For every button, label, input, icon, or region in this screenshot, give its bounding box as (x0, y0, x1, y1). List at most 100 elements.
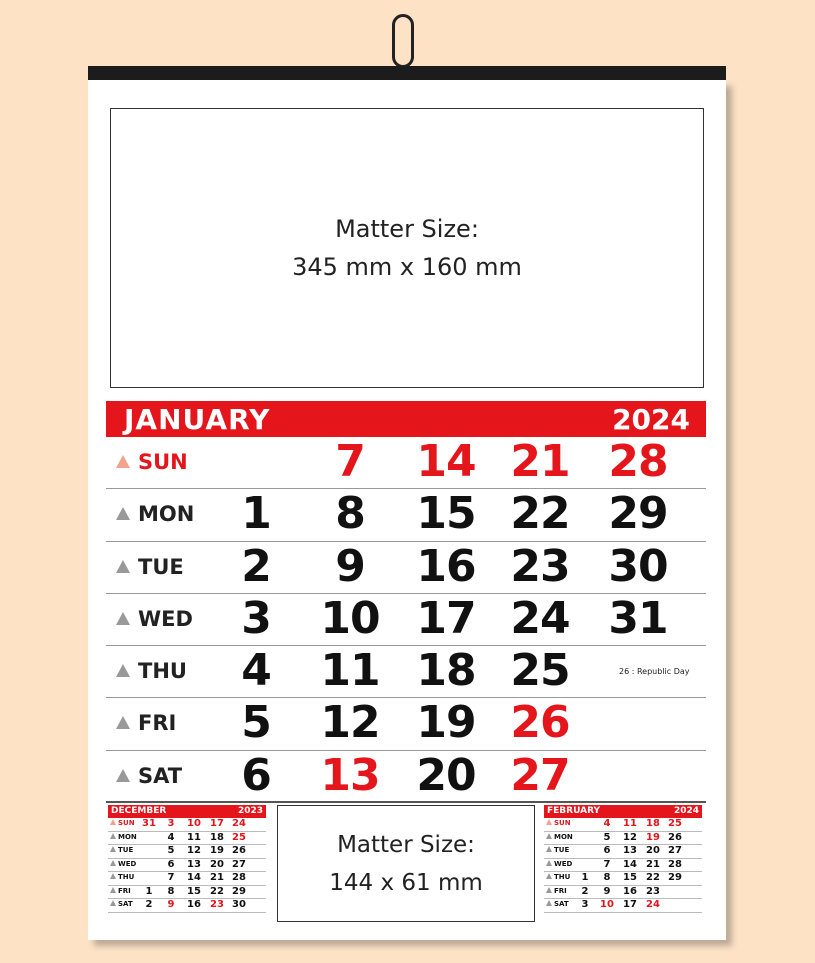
mini-day-label: SAT (110, 900, 133, 908)
holiday-note: 26 : Republic Day (619, 667, 690, 677)
mini-date-cell: 20 (210, 858, 224, 870)
mini-date-cell: 27 (668, 845, 682, 856)
date-cell: 20 (416, 749, 476, 801)
mini-date-cell: 29 (668, 872, 682, 883)
top-binding-bar (88, 66, 726, 81)
mini-day-label: MON (546, 832, 573, 841)
day-label-text: THU (138, 659, 187, 684)
day-label-text: SUN (138, 450, 188, 474)
date-cell: 18 (416, 645, 476, 697)
mini-day-label: SAT (546, 900, 569, 908)
mini-date-cell: 21 (210, 872, 224, 883)
date-cell: 7 (335, 436, 366, 487)
mini-day-label-text: MON (118, 832, 137, 841)
mini-day-label-text: WED (118, 859, 137, 868)
mini-date-cell: 11 (187, 831, 201, 843)
mini-day-label: SUN (546, 819, 571, 827)
date-cell: 31 (608, 592, 668, 644)
matter-area-top: Matter Size: 345 mm x 160 mm (110, 108, 704, 388)
mini-date-cell: 24 (646, 899, 660, 910)
mini-date-cell: 4 (603, 818, 611, 829)
day-row-thu: THU 4 11 18 25 26 : Republic Day (106, 645, 706, 699)
mini-day-label-text: THU (554, 873, 571, 881)
mini-date-cell: 23 (210, 899, 224, 910)
day-row-sun: SUN 7 14 21 28 (106, 436, 706, 490)
mini-date-cell: 18 (210, 831, 224, 843)
mini-date-cell: 10 (600, 899, 614, 910)
mini-day-label-text: MON (554, 832, 573, 841)
mini-date-cell: 9 (603, 885, 611, 897)
mini-date-cell: 5 (603, 831, 611, 843)
triangle-icon (546, 846, 552, 852)
mini-date-cell: 16 (187, 899, 201, 910)
mini-row: TUE 5 12 19 26 (108, 845, 266, 859)
mini-date-cell: 7 (603, 858, 611, 870)
triangle-icon (110, 886, 116, 893)
mini-day-label-text: SUN (554, 819, 571, 827)
date-cell: 19 (416, 697, 476, 749)
date-cell: 26 (510, 697, 570, 749)
mini-date-cell: 22 (646, 872, 660, 883)
mini-date-cell: 1 (145, 885, 153, 897)
mini-date-cell: 10 (187, 818, 201, 829)
date-cell: 25 (510, 645, 570, 697)
date-cell: 14 (416, 436, 476, 487)
mini-date-cell: 24 (232, 818, 246, 829)
mini-row: MON 4 11 18 25 (108, 831, 266, 845)
mini-day-label-text: FRI (554, 886, 567, 895)
mini-date-cell: 3 (581, 899, 589, 910)
mini-day-label: WED (110, 859, 137, 868)
date-cell: 21 (510, 436, 570, 487)
mini-day-label: TUE (110, 846, 133, 854)
triangle-icon (110, 873, 116, 879)
day-row-mon: MON 1 8 15 22 29 (106, 488, 706, 542)
mini-prev-year: 2023 (237, 806, 263, 816)
day-label: TUE (116, 555, 184, 579)
mini-calendar-prev: DECEMBER 2023 SUN 31 3 10 17 24 MON 4 11 18 25 TUE 5… (108, 805, 266, 913)
day-label: THU (116, 659, 187, 683)
mini-day-label-text: TUE (554, 846, 570, 854)
day-label-text: SAT (138, 763, 183, 788)
mini-date-cell: 17 (623, 899, 637, 910)
mini-prev-header: DECEMBER 2023 (108, 805, 266, 818)
triangle-icon (110, 900, 116, 906)
mini-date-cell: 16 (623, 885, 637, 897)
mini-date-cell: 22 (210, 885, 224, 897)
mini-date-cell: 9 (167, 899, 175, 910)
mini-row: TUE 6 13 20 27 (544, 845, 702, 859)
day-label: FRI (116, 711, 176, 735)
mini-date-cell: 29 (232, 885, 246, 897)
mini-row: MON 5 12 19 26 (544, 831, 702, 845)
date-cell: 13 (320, 749, 380, 801)
date-cell: 8 (335, 488, 366, 540)
month-header: JANUARY 2024 (106, 401, 706, 437)
mini-date-cell: 26 (232, 845, 246, 856)
date-cell: 16 (416, 540, 476, 592)
mini-day-label: FRI (110, 886, 131, 895)
day-label-text: TUE (138, 554, 184, 579)
mini-day-label-text: WED (554, 859, 573, 868)
day-label: WED (116, 607, 193, 631)
day-row-tue: TUE 2 9 16 23 30 (106, 540, 706, 594)
date-cell: 12 (320, 697, 380, 749)
mini-date-cell: 25 (668, 818, 682, 829)
date-cell: 11 (320, 645, 380, 697)
date-cell: 29 (608, 488, 668, 540)
day-label-text: FRI (138, 711, 177, 736)
mini-calendar-next: FEBRUARY 2024 SUN 4 11 18 25 MON 5 12 19 26 TUE 6 13… (544, 805, 702, 913)
triangle-icon (116, 664, 130, 678)
mini-date-cell: 15 (187, 885, 201, 897)
mini-day-label: SUN (110, 819, 135, 827)
mini-date-cell: 19 (646, 831, 660, 843)
triangle-icon (116, 611, 130, 625)
mini-row: SAT 2 9 16 23 30 (108, 899, 266, 913)
triangle-icon (116, 455, 130, 468)
mini-date-cell: 19 (210, 845, 224, 856)
date-cell: 6 (241, 749, 272, 801)
mini-date-cell: 4 (167, 831, 175, 843)
mini-date-cell: 15 (623, 872, 637, 883)
mini-row: THU 1 8 15 22 29 (544, 872, 702, 886)
mini-date-cell: 14 (187, 872, 201, 883)
hanger-loop (392, 14, 414, 68)
mini-day-label: WED (546, 859, 573, 868)
